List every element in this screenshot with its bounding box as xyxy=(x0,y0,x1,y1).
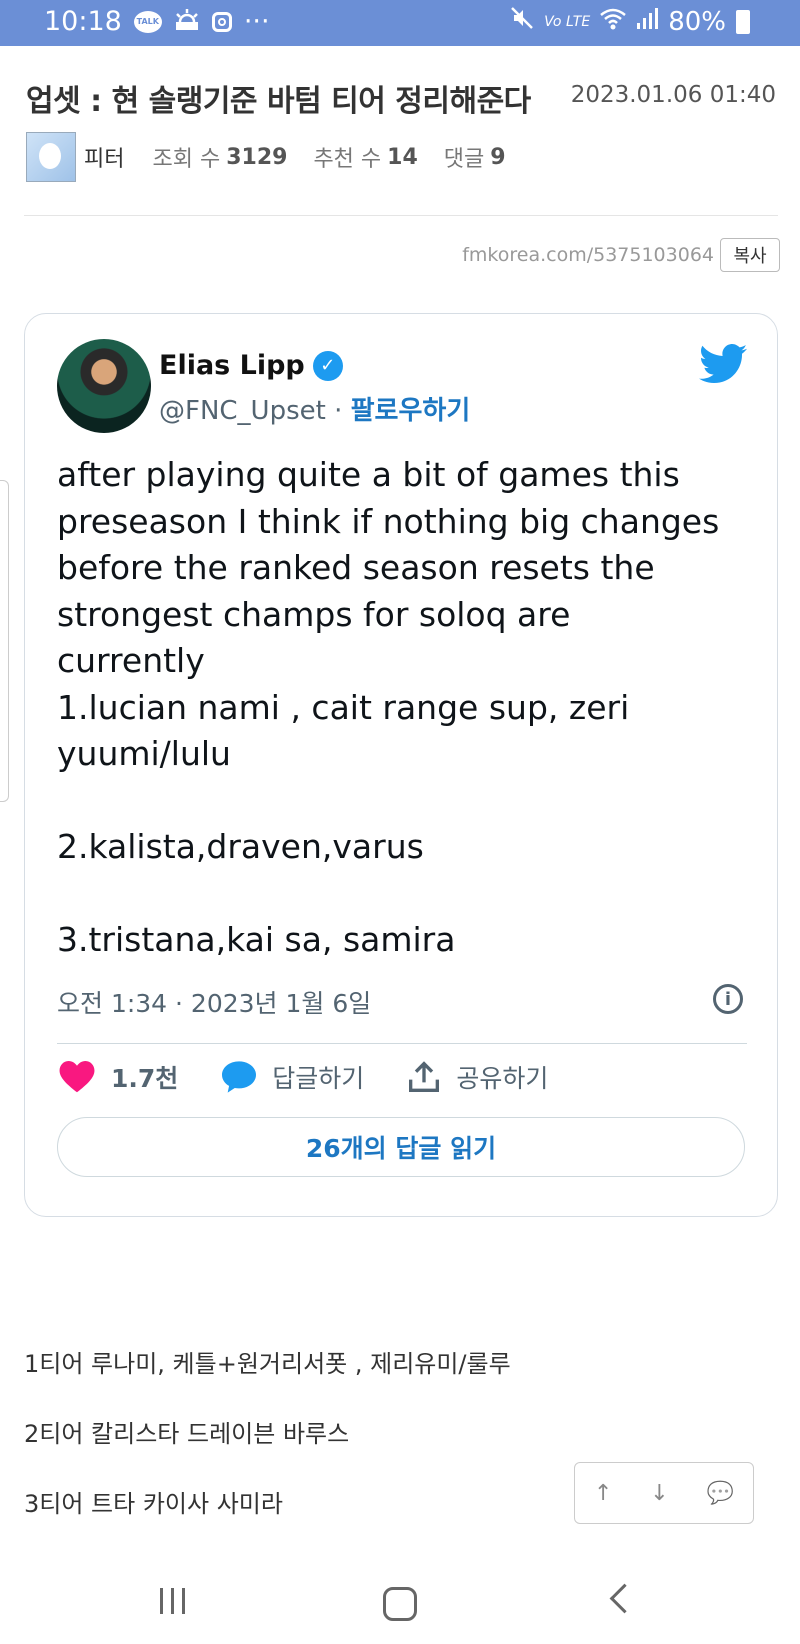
share-action[interactable]: 공유하기 xyxy=(408,1059,548,1095)
wifi-icon xyxy=(600,7,627,37)
battery-percent: 80% xyxy=(668,6,726,37)
system-nav-bar xyxy=(0,1556,800,1644)
signal-icon xyxy=(636,7,659,37)
author-name[interactable]: 피터 xyxy=(84,141,124,173)
like-count: 1.7천 xyxy=(111,1064,179,1093)
comments-count: 9 xyxy=(490,144,506,170)
tweet-divider xyxy=(57,1043,747,1044)
views-label: 조회 수 xyxy=(152,147,221,172)
home-icon[interactable] xyxy=(383,1587,417,1621)
status-time: 10:18 xyxy=(44,6,122,37)
share-icon xyxy=(409,1061,440,1092)
post-date: 2023.01.06 01:40 xyxy=(570,82,776,108)
comment-icon[interactable]: 💬 xyxy=(707,1481,734,1506)
reply-label: 답글하기 xyxy=(272,1064,365,1093)
verified-badge-icon: ✓ xyxy=(312,350,343,381)
post-meta: 피터 조회 수 3129 추천 수 14 댓글 9 xyxy=(26,132,532,182)
reply-bubble-icon xyxy=(222,1061,257,1093)
info-icon[interactable]: i xyxy=(713,984,743,1014)
follow-button[interactable]: 팔로우하기 xyxy=(351,396,471,426)
floating-nav: ↑ ↓ 💬 xyxy=(574,1462,754,1524)
post-title: 업셋 : 현 솔랭기준 바텀 티어 정리해준다 xyxy=(26,84,531,119)
back-icon[interactable] xyxy=(609,1583,640,1614)
kakaotalk-icon: TALK xyxy=(133,10,162,33)
twitter-bird-icon[interactable] xyxy=(699,344,747,384)
copy-url-button[interactable]: 복사 xyxy=(720,238,780,272)
scroll-down-icon[interactable]: ↓ xyxy=(650,1481,668,1506)
body-line-1: 1티어 루나미, 케틀+원거리서폿 , 제리유미/룰루 xyxy=(24,1350,511,1378)
read-replies-button[interactable]: 26개의 답글 읽기 xyxy=(57,1117,745,1177)
instagram-icon xyxy=(211,11,232,32)
likes-count: 14 xyxy=(387,144,418,170)
side-drawer-handle[interactable] xyxy=(0,480,9,802)
header-divider xyxy=(24,215,778,216)
likes-label: 추천 수 xyxy=(313,147,382,172)
recent-apps-icon[interactable] xyxy=(160,1588,185,1614)
body-line-3: 3티어 트타 카이사 사미라 xyxy=(24,1490,283,1518)
handle-separator: · xyxy=(325,396,351,426)
reply-action[interactable]: 답글하기 xyxy=(222,1059,364,1095)
scroll-up-icon[interactable]: ↑ xyxy=(594,1481,612,1506)
author-avatar[interactable] xyxy=(26,132,76,182)
tweet-actions: 1.7천 답글하기 공유하기 xyxy=(59,1059,592,1095)
tweet-timestamp[interactable]: 오전 1:34 · 2023년 1월 6일 xyxy=(57,984,371,1020)
views-count: 3129 xyxy=(226,144,288,170)
comments-label: 댓글 xyxy=(443,147,485,172)
tweet-author[interactable]: Elias Lipp ✓ xyxy=(159,350,343,381)
body-line-2: 2티어 칼리스타 드레이븐 바루스 xyxy=(24,1420,350,1448)
embedded-tweet: Elias Lipp ✓ @FNC_Upset · 팔로우하기 after pl… xyxy=(24,313,778,1217)
battery-icon xyxy=(736,9,750,34)
mute-icon xyxy=(510,6,534,37)
more-notifications-icon: ··· xyxy=(243,6,270,37)
weather-icon xyxy=(174,6,200,37)
share-label: 공유하기 xyxy=(456,1064,549,1093)
post-url: fmkorea.com/5375103064 xyxy=(462,244,714,266)
like-action[interactable]: 1.7천 xyxy=(59,1059,178,1095)
status-bar: 10:18 TALK ··· Vo LTE 80% xyxy=(0,0,800,46)
tweet-handle-row: @FNC_Upset · 팔로우하기 xyxy=(159,390,470,427)
tweet-author-name[interactable]: Elias Lipp xyxy=(159,350,305,381)
tweet-text: after playing quite a bit of games this … xyxy=(57,455,720,959)
heart-icon xyxy=(59,1061,95,1093)
tweet-handle[interactable]: @FNC_Upset xyxy=(159,396,326,426)
volte-indicator: Vo LTE xyxy=(544,13,591,30)
tweet-author-avatar[interactable] xyxy=(57,339,151,433)
